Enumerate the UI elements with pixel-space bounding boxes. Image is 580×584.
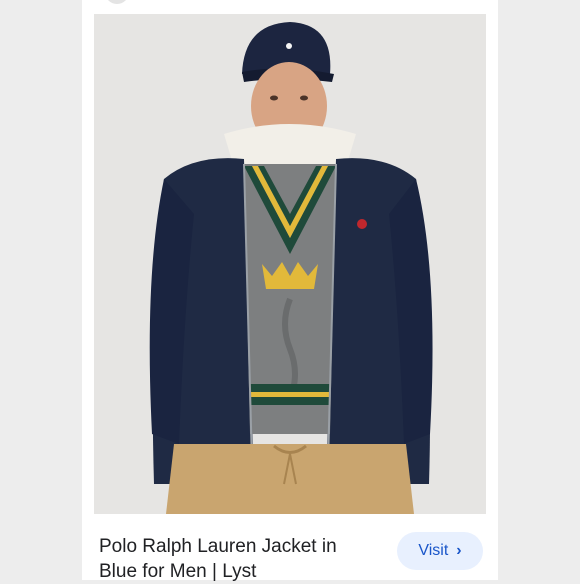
visit-label: Visit	[418, 542, 449, 559]
result-title[interactable]: Polo Ralph Lauren Jacket in Blue for Men…	[99, 534, 369, 584]
logo	[357, 219, 367, 229]
visit-button[interactable]: Visit ›	[397, 532, 483, 570]
product-image[interactable]	[94, 14, 486, 514]
chevron-right-icon: ›	[456, 542, 462, 559]
product-illustration	[94, 14, 486, 514]
